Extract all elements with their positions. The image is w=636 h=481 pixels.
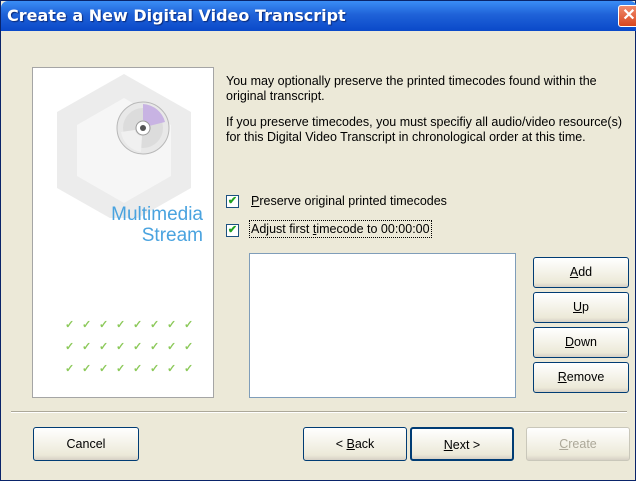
adjust-timecode-checkbox[interactable]: ✔ xyxy=(226,224,239,237)
check-icon: ✓ xyxy=(116,363,126,375)
check-mark-icon: ✔ xyxy=(227,195,238,207)
check-icon: ✓ xyxy=(167,341,177,353)
instructions-paragraph: If you preserve timecodes, you must spec… xyxy=(226,115,623,144)
check-icon: ✓ xyxy=(133,341,143,353)
remove-button[interactable]: Remove xyxy=(533,362,629,393)
preserve-timecodes-label[interactable]: Preserve original printed timecodes xyxy=(251,194,447,208)
back-button[interactable]: < Back xyxy=(303,427,407,461)
intro-paragraph: You may optionally preserve the printed … xyxy=(226,74,597,103)
next-button[interactable]: Next > xyxy=(410,427,514,461)
footer-separator xyxy=(11,411,627,413)
check-icon: ✓ xyxy=(116,341,126,353)
media-resources-list[interactable] xyxy=(249,253,516,398)
create-button: Create xyxy=(526,427,630,461)
check-mark-icon: ✔ xyxy=(227,224,238,236)
check-icon: ✓ xyxy=(150,319,160,331)
check-icon: ✓ xyxy=(82,341,92,353)
check-icon: ✓ xyxy=(82,363,92,375)
check-icon: ✓ xyxy=(184,319,194,331)
wizard-side-panel: Multimedia Stream ✓ ✓ ✓ ✓ ✓ ✓ ✓ ✓ ✓ ✓ ✓ ✓ ✓ ✓ ✓ ✓ ✓ ✓ ✓ ✓ ✓ ✓… xyxy=(32,67,214,398)
close-button[interactable]: ✕ xyxy=(618,5,636,27)
check-icon: ✓ xyxy=(116,319,126,331)
check-icon: ✓ xyxy=(184,341,194,353)
check-icon: ✓ xyxy=(150,363,160,375)
check-icon: ✓ xyxy=(82,319,92,331)
cd-disc-icon xyxy=(116,101,170,155)
title-bar[interactable]: Create a New Digital Video Transcript ✕ xyxy=(1,1,636,31)
adjust-timecode-label[interactable]: Adjust first timecode to 00:00:00 xyxy=(249,220,432,238)
check-icon: ✓ xyxy=(65,363,75,375)
check-icon: ✓ xyxy=(65,341,75,353)
up-button[interactable]: Up xyxy=(533,292,629,323)
check-icon: ✓ xyxy=(99,341,109,353)
check-icon: ✓ xyxy=(99,363,109,375)
preserve-timecodes-checkbox[interactable]: ✔ xyxy=(226,195,239,208)
check-icon: ✓ xyxy=(65,319,75,331)
down-button[interactable]: Down xyxy=(533,327,629,358)
check-icon: ✓ xyxy=(133,363,143,375)
check-icon: ✓ xyxy=(133,319,143,331)
check-icon: ✓ xyxy=(184,363,194,375)
check-icon: ✓ xyxy=(167,319,177,331)
add-button[interactable]: Add xyxy=(533,257,629,288)
dialog-window: Create a New Digital Video Transcript ✕ … xyxy=(0,0,636,481)
close-icon: ✕ xyxy=(622,7,636,24)
window-title: Create a New Digital Video Transcript xyxy=(7,6,346,25)
check-icon: ✓ xyxy=(99,319,109,331)
cancel-button[interactable]: Cancel xyxy=(33,427,139,461)
multimedia-stream-label: Multimedia Stream xyxy=(111,204,203,246)
check-icon: ✓ xyxy=(167,363,177,375)
check-icon: ✓ xyxy=(150,341,160,353)
